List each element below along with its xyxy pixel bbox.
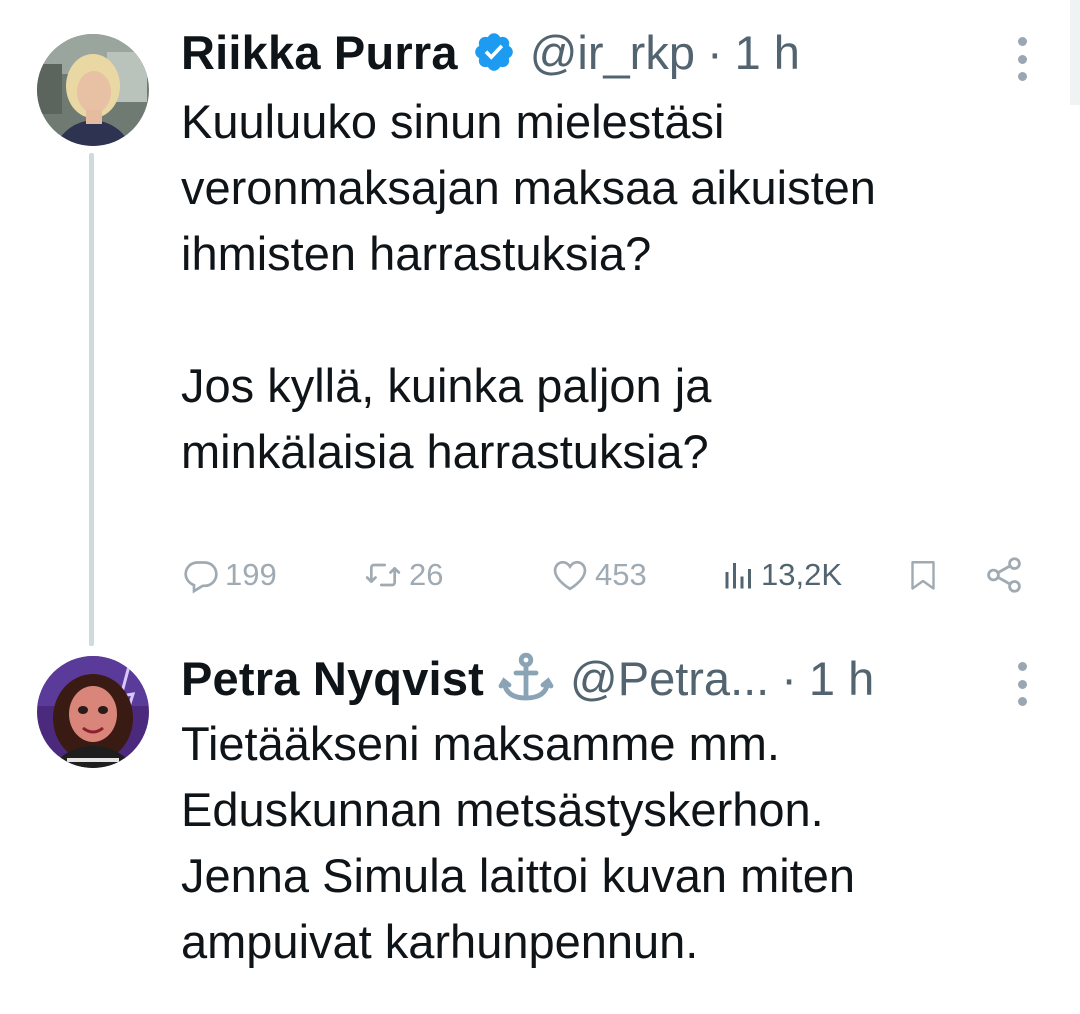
author-handle[interactable]: @ir_rkp	[530, 25, 695, 80]
thread-connector-line	[89, 153, 94, 646]
tweet-text: Kuuluuko sinun mielestäsi veronmaksajan …	[181, 95, 876, 478]
timestamp[interactable]: 1 h	[809, 651, 874, 706]
avatar-photo	[37, 34, 149, 146]
heart-icon	[553, 561, 587, 591]
view-count: 13,2K	[761, 557, 843, 592]
scrollbar-edge[interactable]	[1070, 0, 1080, 105]
tweet[interactable]: Petra Nyqvist @Petra... · 1 h Tietääksen…	[0, 640, 1080, 1014]
more-options-icon[interactable]	[1012, 662, 1032, 706]
share-button[interactable]	[983, 552, 1025, 598]
like-count: 453	[595, 557, 647, 592]
tweet[interactable]: Riikka Purra @ir_rkp · 1 h Kuuluuko sinu…	[0, 0, 1080, 646]
verified-badge-icon[interactable]	[472, 30, 516, 74]
bookmark-button[interactable]	[905, 552, 941, 598]
timestamp[interactable]: 1 h	[735, 25, 800, 80]
separator-dot: ·	[781, 651, 797, 705]
author-display-name[interactable]: Riikka Purra	[181, 25, 458, 80]
reply-button[interactable]: 199	[181, 552, 277, 598]
avatar[interactable]	[37, 34, 149, 146]
retweet-count: 26	[409, 557, 444, 592]
anchor-emoji-icon	[496, 652, 556, 704]
share-icon	[987, 557, 1021, 593]
retweet-button[interactable]: 26	[361, 552, 443, 598]
tweet-actions: 199 26 453 13,2K	[181, 552, 1041, 598]
author-handle[interactable]: @Petra...	[570, 651, 769, 706]
author-display-name[interactable]: Petra Nyqvist	[181, 651, 484, 706]
like-button[interactable]: 453	[549, 552, 647, 598]
reply-icon	[184, 561, 218, 594]
avatar-photo	[37, 656, 149, 768]
avatar[interactable]	[37, 656, 149, 768]
tweet-header: Petra Nyqvist @Petra... · 1 h	[181, 648, 1040, 708]
tweet-header: Riikka Purra @ir_rkp · 1 h	[181, 22, 1040, 82]
reply-count: 199	[225, 557, 277, 592]
views-button[interactable]: 13,2K	[721, 552, 842, 598]
separator-dot: ·	[706, 25, 723, 79]
retweet-icon	[365, 563, 401, 587]
more-options-icon[interactable]	[1012, 37, 1032, 81]
bookmark-icon	[911, 561, 935, 590]
analytics-icon	[725, 563, 751, 589]
tweet-text: Tietääkseni maksamme mm. Eduskunnan mets…	[181, 717, 856, 968]
